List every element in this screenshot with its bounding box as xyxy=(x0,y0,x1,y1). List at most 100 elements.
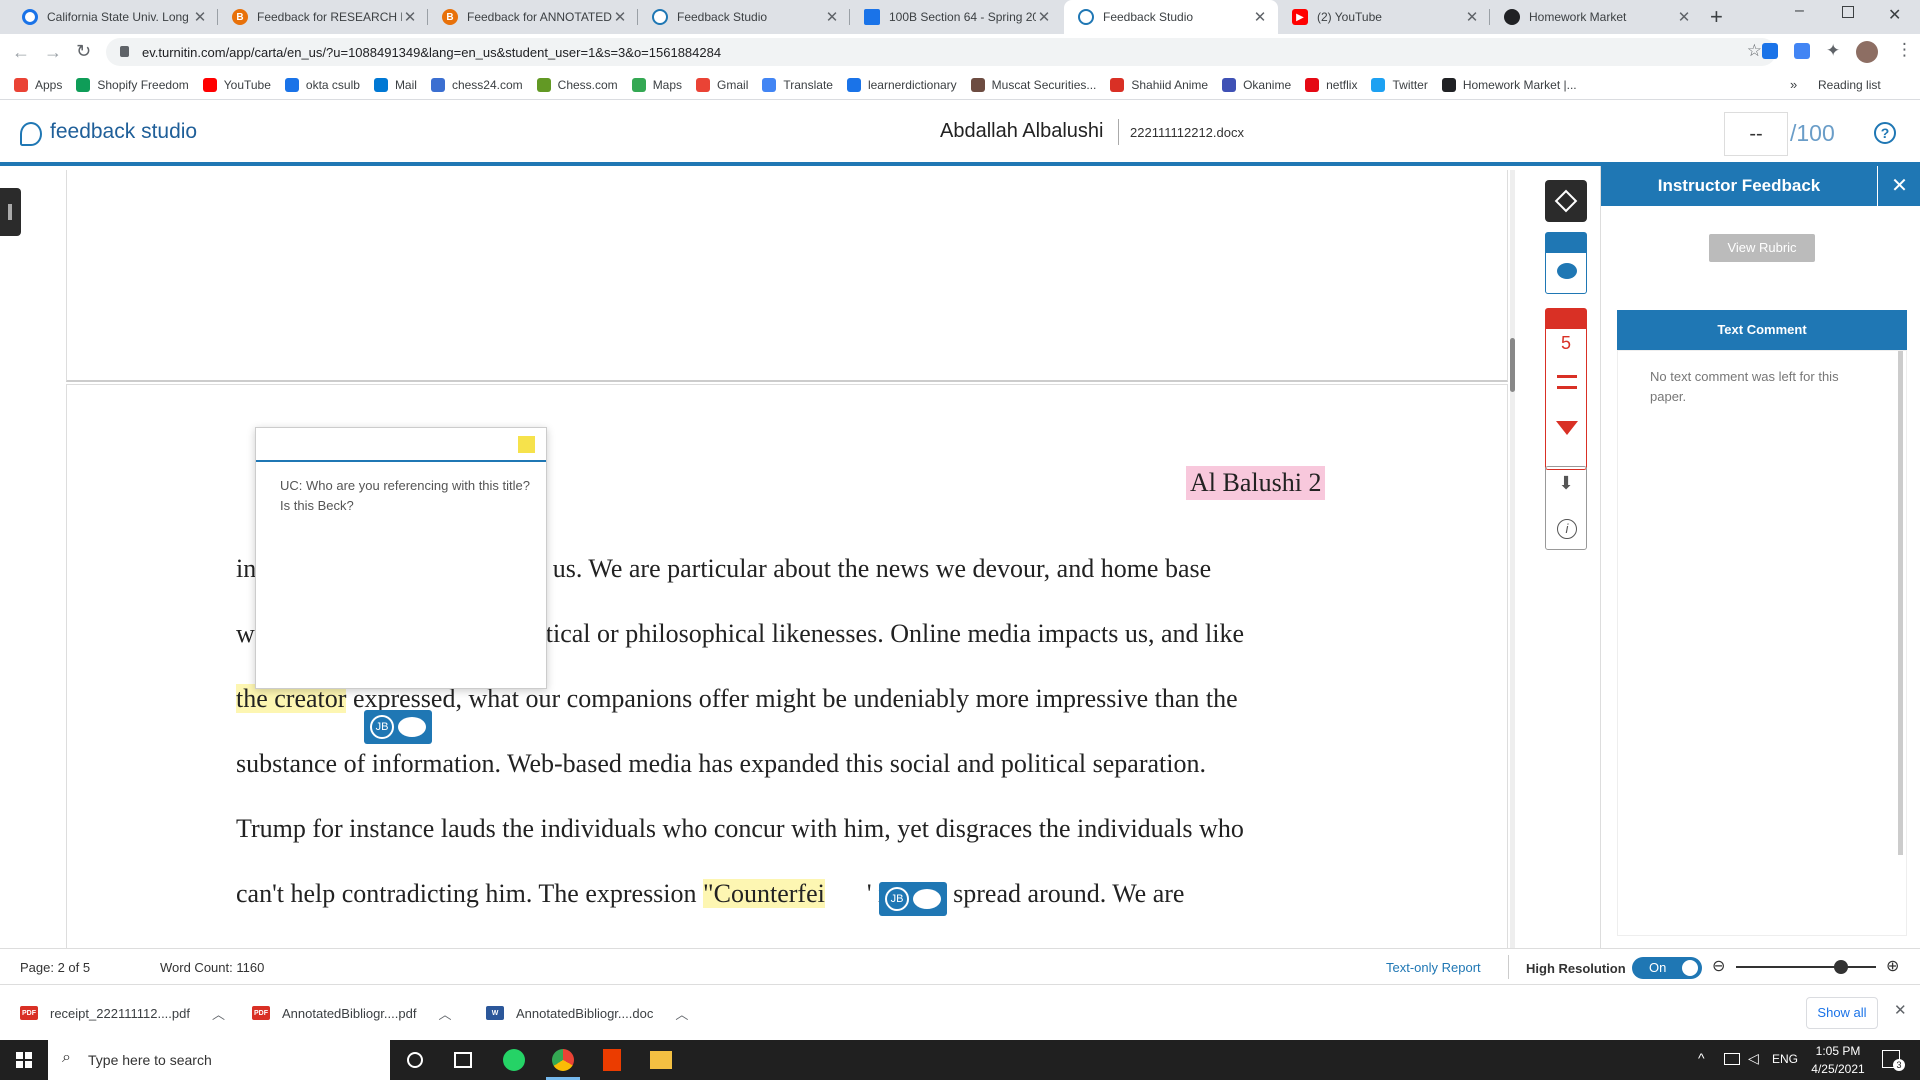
filter-icon[interactable] xyxy=(1556,421,1578,435)
minimize-icon[interactable]: – xyxy=(1795,2,1804,20)
clock-date[interactable]: 4/25/2021 xyxy=(1808,1062,1868,1076)
bookmark-item[interactable]: Homework Market |... xyxy=(1441,77,1577,92)
close-downloads-icon[interactable]: ✕ xyxy=(1894,1001,1907,1019)
back-icon[interactable]: ← xyxy=(12,42,30,63)
high-resolution-toggle[interactable]: On xyxy=(1632,957,1702,979)
download-item[interactable]: W AnnotatedBibliogr....doc ︿ xyxy=(486,985,688,1041)
cortana-icon[interactable] xyxy=(407,1052,423,1068)
quickmark-layer[interactable] xyxy=(1545,232,1587,294)
zoom-in-icon[interactable]: ⊕ xyxy=(1886,956,1899,976)
highlighted-text[interactable]: "Counterfei xyxy=(703,879,825,908)
language-indicator[interactable]: ENG xyxy=(1772,1052,1798,1066)
browser-tab[interactable]: Feedback Studio ✕ xyxy=(638,0,850,34)
address-bar[interactable]: ev.turnitin.com/app/carta/en_us/?u=10884… xyxy=(106,38,1776,66)
bookmark-item[interactable]: chess24.com xyxy=(430,77,523,92)
view-rubric-button[interactable]: View Rubric xyxy=(1709,234,1815,262)
task-view-icon[interactable] xyxy=(454,1052,472,1068)
bookmarks-overflow-icon[interactable]: » xyxy=(1790,77,1797,92)
close-tab-icon[interactable]: ✕ xyxy=(824,8,840,26)
new-tab-icon[interactable]: + xyxy=(1710,4,1723,30)
bookmark-item[interactable]: Translate xyxy=(762,77,833,92)
close-window-icon[interactable]: ✕ xyxy=(1888,5,1901,25)
bookmark-item[interactable]: netflix xyxy=(1305,77,1357,92)
bookmark-label: Gmail xyxy=(717,77,749,92)
bookmark-item[interactable]: Chess.com xyxy=(536,77,618,92)
zoom-slider[interactable] xyxy=(1736,960,1876,974)
close-tab-icon[interactable]: ✕ xyxy=(1464,8,1480,26)
browser-tab[interactable]: B Feedback for RESEARCH ES ✕ xyxy=(218,0,428,34)
comment-popup[interactable]: UC: Who are you referencing with this ti… xyxy=(255,427,547,689)
browser-tab-active[interactable]: Feedback Studio ✕ xyxy=(1064,0,1278,34)
help-icon[interactable]: ? xyxy=(1874,122,1896,144)
clock-time[interactable]: 1:05 PM xyxy=(1808,1044,1868,1058)
zoom-slider-thumb[interactable] xyxy=(1834,960,1848,974)
bookmark-item[interactable]: Shahiid Anime xyxy=(1110,77,1208,92)
close-tab-icon[interactable]: ✕ xyxy=(1036,8,1052,26)
windows-start-icon[interactable] xyxy=(16,1052,32,1068)
bookmark-item[interactable]: learnerdictionary xyxy=(846,77,957,92)
bookmark-label: Mail xyxy=(394,77,417,92)
show-all-button[interactable]: Show all xyxy=(1806,997,1878,1029)
close-tab-icon[interactable]: ✕ xyxy=(1252,8,1268,26)
star-icon[interactable]: ☆ xyxy=(1747,41,1762,61)
grade-input[interactable]: -- xyxy=(1724,112,1788,156)
bookmark-item[interactable]: Gmail xyxy=(696,77,749,92)
scroll-thumb[interactable] xyxy=(1510,338,1515,392)
reload-icon[interactable]: ↻ xyxy=(76,41,91,62)
chevron-up-icon[interactable]: ︿ xyxy=(212,1004,225,1023)
sort-icon[interactable] xyxy=(1557,375,1577,389)
comment-chip[interactable]: JB xyxy=(364,710,432,744)
chrome-icon[interactable] xyxy=(552,1049,574,1071)
panel-scrollbar[interactable] xyxy=(1898,351,1903,855)
chevron-up-icon[interactable]: ^ xyxy=(1698,1050,1705,1066)
browser-tab[interactable]: Homework Market ✕ xyxy=(1490,0,1702,34)
bookmark-item[interactable]: Maps xyxy=(631,77,682,92)
close-panel-icon[interactable]: ✕ xyxy=(1877,166,1920,206)
download-icon[interactable]: ⬇ xyxy=(1546,473,1586,494)
close-tab-icon[interactable]: ✕ xyxy=(612,8,628,26)
chevron-up-icon[interactable]: ︿ xyxy=(675,1004,688,1023)
browser-tab[interactable]: 100B Section 64 - Spring 20 ✕ xyxy=(850,0,1062,34)
text-run: w xyxy=(236,619,255,648)
translate-extension-icon[interactable] xyxy=(1794,43,1810,59)
similarity-count[interactable]: 5 xyxy=(1546,333,1586,354)
browser-tab[interactable]: California State Univ. Long B ✕ xyxy=(8,0,218,34)
notifications-icon[interactable]: 3 xyxy=(1882,1050,1905,1071)
bookmark-item[interactable]: Shopify Freedom xyxy=(76,77,189,92)
office-icon[interactable] xyxy=(603,1049,621,1071)
download-item[interactable]: PDF receipt_222111112....pdf ︿ xyxy=(20,985,225,1041)
bookmark-item[interactable]: Okanime xyxy=(1222,77,1291,92)
browser-tab[interactable]: ▶ (2) YouTube ✕ xyxy=(1278,0,1490,34)
close-tab-icon[interactable]: ✕ xyxy=(192,8,208,26)
bookmark-item[interactable]: YouTube xyxy=(202,77,271,92)
document-scrollbar[interactable] xyxy=(1510,170,1515,948)
profile-avatar[interactable] xyxy=(1856,41,1878,63)
text-only-report-link[interactable]: Text-only Report xyxy=(1386,960,1481,975)
download-item[interactable]: PDF AnnotatedBibliogr....pdf ︿ xyxy=(252,985,451,1041)
file-explorer-icon[interactable] xyxy=(650,1051,672,1069)
volume-icon[interactable]: ◁ xyxy=(1748,1050,1759,1067)
network-icon[interactable] xyxy=(1724,1053,1740,1065)
reading-list-button[interactable]: Reading list xyxy=(1818,78,1881,92)
close-tab-icon[interactable]: ✕ xyxy=(402,8,418,26)
extension-icon[interactable] xyxy=(1762,43,1778,59)
chevron-up-icon[interactable]: ︿ xyxy=(438,1004,451,1023)
menu-icon[interactable]: ⋮ xyxy=(1896,40,1913,60)
bookmark-item[interactable]: Muscat Securities... xyxy=(970,77,1096,92)
bookmark-item[interactable]: okta csulb xyxy=(284,77,360,92)
side-drawer-handle[interactable] xyxy=(0,188,21,236)
puzzle-icon[interactable]: ✦ xyxy=(1826,41,1840,61)
restore-icon[interactable] xyxy=(1842,6,1854,18)
bookmark-item[interactable]: Mail xyxy=(373,77,417,92)
taskbar-search-box[interactable]: ⌕ Type here to search xyxy=(48,1040,390,1080)
comment-chip[interactable]: JB xyxy=(879,882,947,916)
bookmark-item[interactable]: Twitter xyxy=(1371,77,1428,92)
zoom-out-icon[interactable]: ⊖ xyxy=(1712,956,1725,976)
browser-tab[interactable]: B Feedback for ANNOTATED B ✕ xyxy=(428,0,638,34)
whatsapp-icon[interactable] xyxy=(503,1049,525,1071)
layers-button[interactable] xyxy=(1545,180,1587,222)
info-icon[interactable]: i xyxy=(1557,519,1577,539)
bookmark-item[interactable]: Apps xyxy=(14,77,62,92)
forward-icon[interactable]: → xyxy=(44,42,62,63)
close-tab-icon[interactable]: ✕ xyxy=(1676,8,1692,26)
